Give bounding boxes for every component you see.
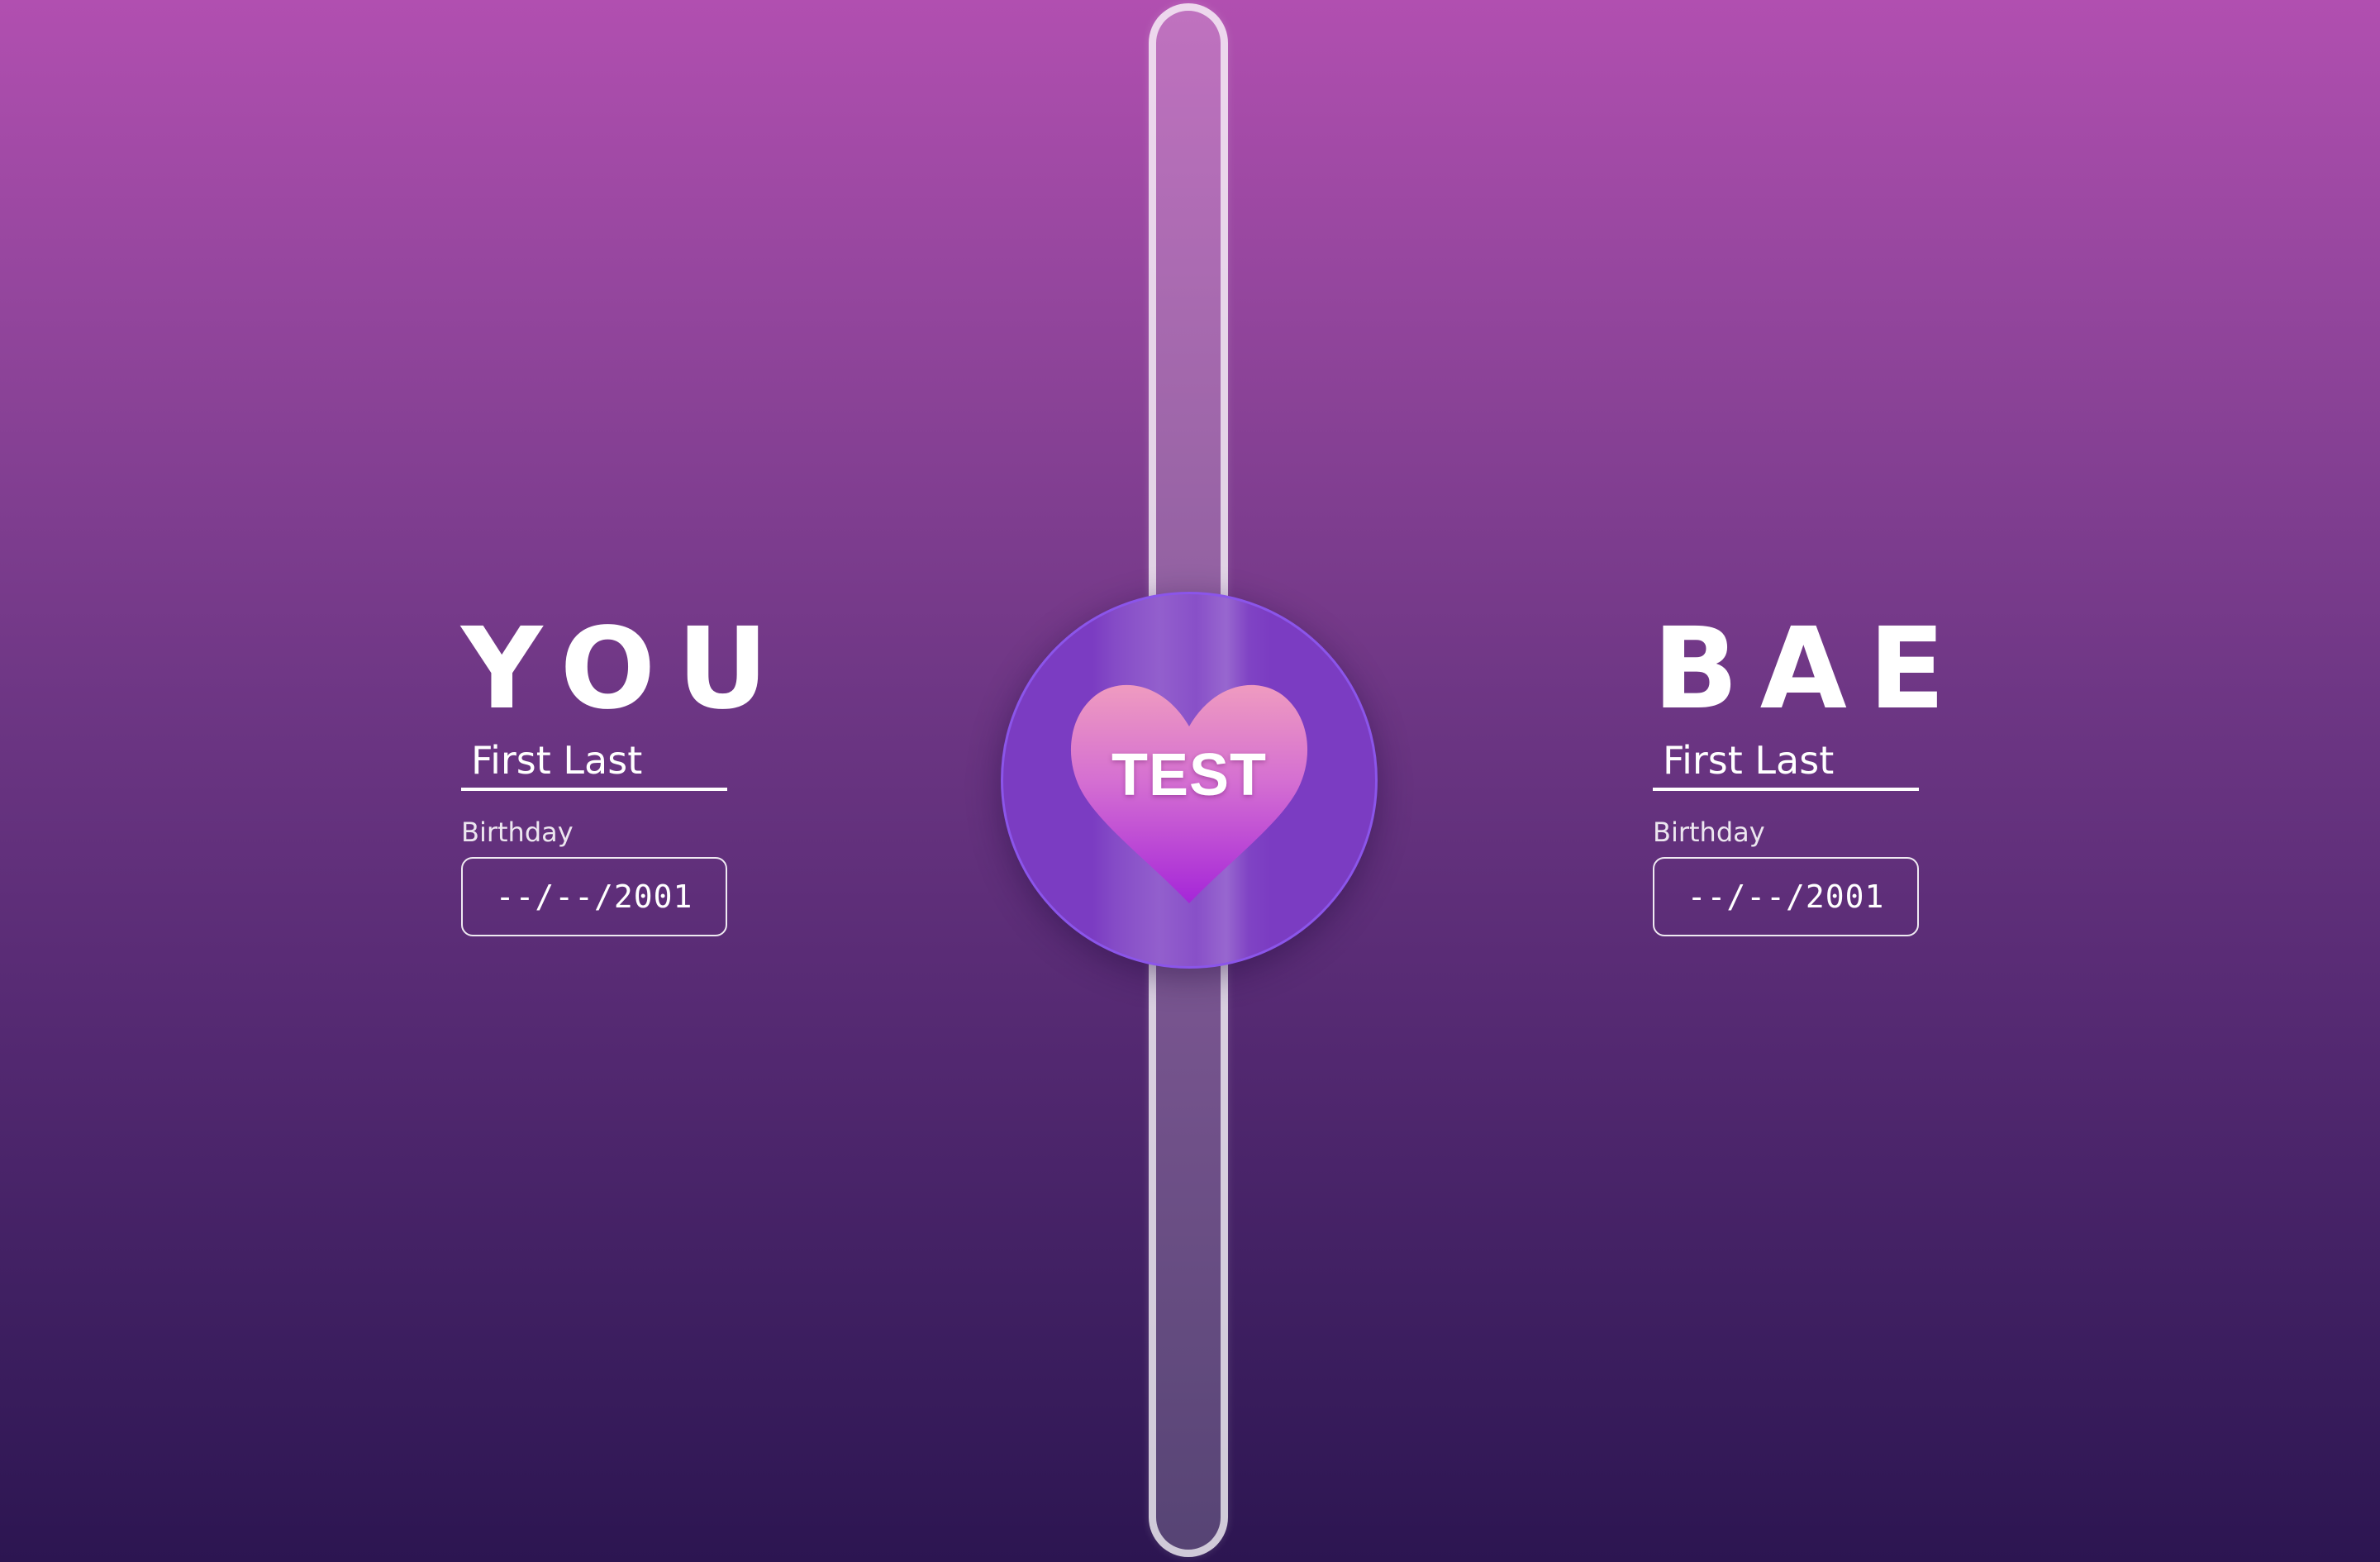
you-panel: YOU First Last Birthday --/--/2001 xyxy=(461,604,790,936)
you-birthday-label: Birthday xyxy=(461,817,574,848)
bae-name-field[interactable]: First Last xyxy=(1653,735,1919,791)
you-birthday-field[interactable]: --/--/2001 xyxy=(461,857,727,936)
bae-birthday-label: Birthday xyxy=(1653,817,1765,848)
you-title: YOU xyxy=(461,604,790,735)
bae-panel: BAE First Last Birthday --/--/2001 xyxy=(1653,604,1967,936)
bae-title: BAE xyxy=(1653,604,1967,735)
test-button-label: TEST xyxy=(1111,742,1267,808)
test-button[interactable]: TEST xyxy=(1001,592,1378,969)
bae-birthday-field[interactable]: --/--/2001 xyxy=(1653,857,1919,936)
you-name-field[interactable]: First Last xyxy=(461,735,727,791)
